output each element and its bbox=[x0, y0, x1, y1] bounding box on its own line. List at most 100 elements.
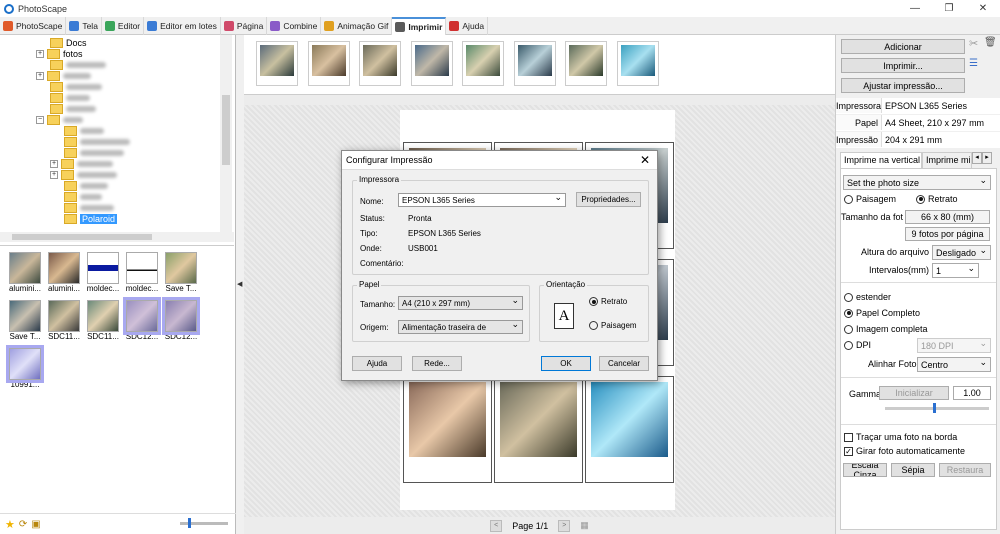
expand-icon[interactable]: + bbox=[36, 71, 44, 80]
tree-item-blurred[interactable] bbox=[50, 92, 90, 103]
tree-item-docs[interactable]: Docs bbox=[50, 37, 87, 48]
tab-tela[interactable]: Tela bbox=[66, 17, 102, 35]
gamma-reset-button[interactable]: Inicializar bbox=[879, 386, 949, 400]
thumbnail-item[interactable]: moldec... bbox=[123, 252, 161, 293]
align-select[interactable]: Centro bbox=[917, 357, 991, 372]
tree-item-blurred[interactable]: + bbox=[50, 169, 117, 180]
tree-vertical-scrollbar[interactable] bbox=[220, 35, 232, 233]
panel-splitter[interactable]: ◀ bbox=[236, 35, 244, 534]
restore-button[interactable]: Restaura bbox=[939, 463, 991, 477]
tab-combine[interactable]: Combine bbox=[267, 17, 322, 35]
trash-icon[interactable]: 🗑 bbox=[984, 37, 997, 48]
interval-input[interactable]: 1 bbox=[932, 263, 979, 278]
dialog-close-icon[interactable]: ✕ bbox=[640, 153, 650, 167]
collapse-arrow-icon[interactable]: ◀ bbox=[237, 280, 242, 288]
grayscale-button[interactable]: Escala Cinza bbox=[843, 463, 887, 477]
tab-vertical[interactable]: Imprime na vertical bbox=[840, 152, 922, 168]
tree-item-blurred[interactable]: − bbox=[36, 114, 83, 125]
gamma-value[interactable]: 1.00 bbox=[953, 386, 991, 400]
photo-size-select[interactable]: Set the photo size bbox=[843, 175, 991, 190]
tab-imprimir[interactable]: Imprimir bbox=[392, 17, 447, 35]
stretch-radio[interactable]: estender bbox=[844, 292, 891, 302]
tab-editor[interactable]: Editor bbox=[102, 17, 145, 35]
network-button[interactable]: Rede... bbox=[412, 356, 462, 371]
border-checkbox[interactable]: Traçar uma foto na borda bbox=[844, 432, 957, 442]
tree-item-fotos[interactable]: + fotos bbox=[36, 48, 83, 59]
dpi-select[interactable]: 180 DPI bbox=[917, 338, 991, 353]
thumbnail-item[interactable]: Save T... bbox=[6, 300, 44, 341]
scissors-icon[interactable]: ✂ bbox=[969, 37, 978, 50]
tree-item-blurred[interactable] bbox=[64, 147, 124, 158]
orientation-portrait-radio[interactable]: Retrato bbox=[589, 297, 627, 306]
thumbnail-item[interactable]: 10991... bbox=[6, 345, 44, 389]
expand-icon[interactable]: + bbox=[50, 159, 58, 168]
thumbnail-size-slider[interactable] bbox=[180, 518, 228, 528]
full-paper-radio[interactable]: Papel Completo bbox=[844, 308, 920, 318]
thumbnail-item[interactable]: alumini... bbox=[6, 252, 44, 293]
gamma-slider[interactable] bbox=[885, 403, 989, 413]
thumbnail-item[interactable]: SDC11... bbox=[45, 300, 83, 341]
minimize-button[interactable]: — bbox=[898, 0, 932, 17]
print-photo-thumbnail[interactable] bbox=[616, 41, 659, 86]
tree-item-blurred[interactable] bbox=[64, 180, 108, 191]
collapse-icon[interactable]: − bbox=[36, 115, 44, 124]
thumbnail-item[interactable]: moldec... bbox=[84, 252, 122, 293]
tree-horizontal-scrollbar[interactable] bbox=[0, 232, 234, 242]
tree-item-blurred[interactable] bbox=[50, 59, 106, 70]
printer-name-select[interactable]: EPSON L365 Series bbox=[398, 192, 566, 207]
print-photo-thumbnail[interactable] bbox=[462, 41, 504, 86]
tree-item-blurred[interactable] bbox=[64, 136, 130, 147]
print-photo-thumbnail[interactable] bbox=[256, 41, 298, 86]
dpi-radio[interactable]: DPI bbox=[844, 340, 871, 350]
orientation-landscape-radio[interactable]: Paisagem bbox=[589, 321, 637, 330]
print-photo-thumbnail[interactable] bbox=[410, 41, 453, 86]
print-photo-thumbnail[interactable] bbox=[359, 41, 401, 86]
tab-animação-gif[interactable]: Animação Gif bbox=[321, 17, 393, 35]
tab-página[interactable]: Página bbox=[221, 17, 268, 35]
tab-next-icon[interactable]: ▸ bbox=[982, 152, 992, 164]
open-folder-icon[interactable]: ▣ bbox=[31, 519, 40, 530]
refresh-icon[interactable]: ⟳ bbox=[19, 519, 27, 530]
previous-page-button[interactable]: < bbox=[490, 519, 503, 532]
close-button[interactable]: ✕ bbox=[966, 0, 1000, 17]
print-photo-thumbnail[interactable] bbox=[565, 41, 607, 86]
favorite-star-icon[interactable]: ★ bbox=[5, 518, 15, 531]
print-photo-thumbnail[interactable] bbox=[307, 41, 350, 86]
sepia-button[interactable]: Sépia bbox=[891, 463, 935, 477]
tab-prev-icon[interactable]: ◂ bbox=[972, 152, 982, 164]
add-button[interactable]: Adicionar bbox=[841, 39, 965, 54]
full-image-radio[interactable]: Imagem completa bbox=[844, 324, 928, 334]
paper-size-select[interactable]: A4 (210 x 297 mm) bbox=[398, 295, 523, 310]
tree-item-blurred[interactable] bbox=[50, 81, 102, 92]
tree-item-blurred[interactable] bbox=[64, 191, 102, 202]
ok-button[interactable]: OK bbox=[541, 356, 591, 371]
thumbnail-item[interactable]: alumini... bbox=[45, 252, 83, 293]
expand-icon[interactable]: + bbox=[36, 49, 44, 58]
thumbnail-item[interactable]: SDC12... bbox=[162, 297, 200, 341]
maximize-button[interactable]: ❐ bbox=[932, 0, 966, 17]
tree-item-blurred[interactable] bbox=[50, 103, 96, 114]
expand-icon[interactable]: + bbox=[50, 170, 58, 179]
tab-photoscape[interactable]: PhotoScape bbox=[0, 17, 67, 35]
tree-item-polaroid[interactable]: Polaroid bbox=[64, 213, 118, 224]
list-icon[interactable]: ☰ bbox=[969, 58, 978, 69]
print-photo-thumbnail[interactable] bbox=[513, 41, 556, 86]
file-height-select[interactable]: Desligado bbox=[932, 245, 991, 260]
tree-item-blurred[interactable]: + bbox=[36, 70, 91, 81]
next-page-button[interactable]: > bbox=[558, 519, 571, 532]
thumbnail-item[interactable]: SDC11... bbox=[84, 300, 122, 341]
help-button[interactable]: Ajuda bbox=[352, 356, 402, 371]
thumbnail-item[interactable]: Save T... bbox=[162, 252, 200, 293]
tree-item-blurred[interactable] bbox=[64, 125, 104, 136]
grid-icon[interactable]: ▦ bbox=[580, 520, 589, 531]
tab-ajuda[interactable]: Ajuda bbox=[446, 17, 489, 35]
auto-rotate-checkbox[interactable]: ✓ Girar foto automaticamente bbox=[844, 446, 965, 456]
portrait-radio[interactable]: Retrato bbox=[916, 194, 958, 204]
cancel-button[interactable]: Cancelar bbox=[599, 356, 649, 371]
tree-item-blurred[interactable]: + bbox=[50, 158, 113, 169]
landscape-radio[interactable]: Paisagem bbox=[844, 194, 896, 204]
thumbnail-item[interactable]: SDC12... bbox=[123, 297, 161, 341]
adjust-print-button[interactable]: Ajustar impressão... bbox=[841, 78, 965, 93]
paper-source-select[interactable]: Alimentação traseira de bbox=[398, 319, 523, 334]
tree-item-blurred[interactable] bbox=[64, 202, 114, 213]
